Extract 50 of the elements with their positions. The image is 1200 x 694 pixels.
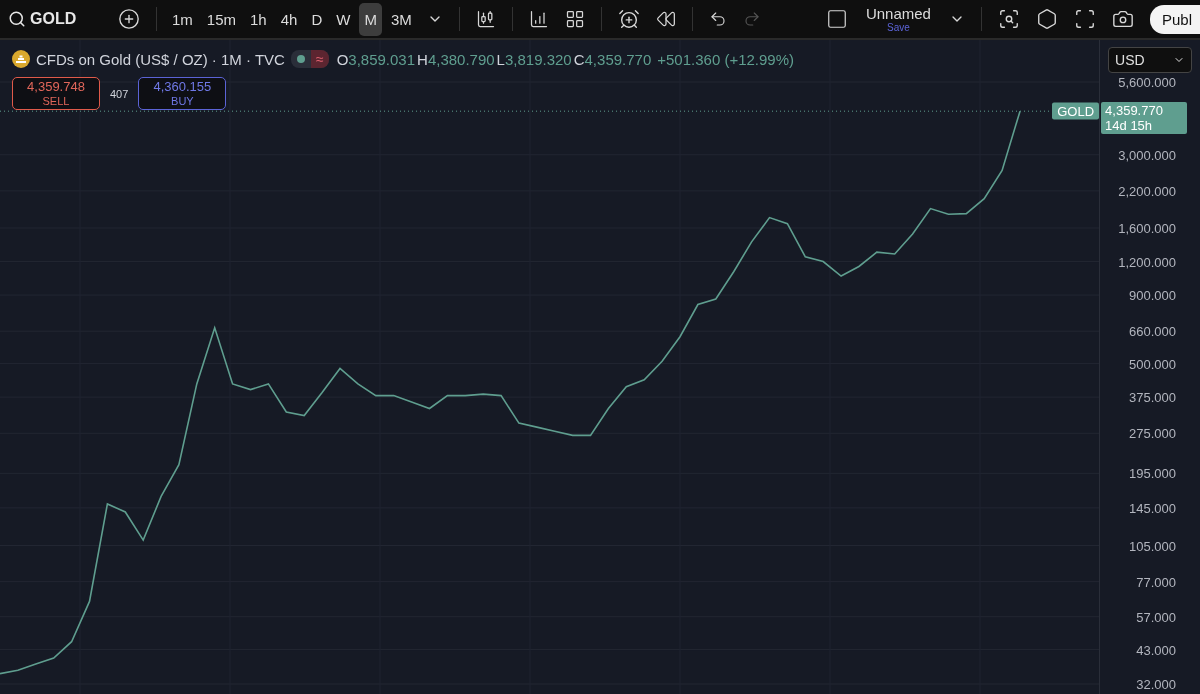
axis-label: 77.000 — [1136, 574, 1176, 590]
axis-label: 1,600.000 — [1118, 220, 1176, 236]
symbol-search[interactable]: GOLD — [30, 10, 77, 28]
axis-label: 375.000 — [1129, 389, 1176, 405]
axis-label: 105.000 — [1129, 538, 1176, 553]
ohlc-key: O — [336, 50, 349, 68]
interval-button[interactable]: M — [359, 2, 382, 36]
ohlc-value: 3,819.320 — [504, 50, 572, 68]
symbol-title[interactable]: CFDs on Gold (US$ / OZ) · 1M · TVC — [36, 50, 285, 68]
status-dot-icon — [296, 55, 305, 63]
interval-button[interactable]: D — [306, 2, 328, 36]
axis-label: 32.000 — [1136, 676, 1176, 692]
ohlc-key: L — [496, 50, 505, 68]
ohlc-key: H — [417, 50, 428, 68]
publish-button[interactable]: Publ — [1149, 4, 1200, 34]
axis-label: 500.000 — [1129, 356, 1176, 372]
buy-button[interactable]: 4,360.155 BUY — [138, 77, 227, 110]
axis-label: 145.000 — [1129, 500, 1176, 516]
ohlc-value: 3,859.031 — [348, 50, 416, 68]
last-price-tag: 4,359.770 14d 15h — [1101, 102, 1188, 135]
layout-name[interactable]: Unnamed — [865, 5, 931, 21]
save-link[interactable]: Save — [887, 22, 910, 33]
interval-button[interactable]: 3M — [385, 2, 417, 36]
axis-label: 3,000.000 — [1118, 147, 1176, 163]
ohlc-key: C — [573, 50, 585, 68]
coin-icon — [12, 50, 30, 68]
interval-button[interactable]: 1m — [167, 2, 198, 36]
status-mark: ≈ — [310, 50, 329, 68]
price-change: +501.360 (+12.99%) — [657, 50, 795, 68]
axis-label: 660.000 — [1129, 323, 1176, 339]
axis-label: 43.000 — [1136, 642, 1176, 658]
axis-label: 900.000 — [1129, 287, 1176, 303]
ohlc-value: 4,359.770 — [584, 50, 652, 68]
interval-button[interactable]: 4h — [275, 2, 303, 36]
interval-button[interactable]: W — [331, 2, 356, 36]
currency-dropdown[interactable]: USD — [1108, 47, 1193, 73]
axis-label: 1,200.000 — [1118, 254, 1176, 270]
symbol-price-label: GOLD — [1052, 102, 1100, 120]
market-status[interactable]: ≈ — [290, 50, 329, 68]
sell-button[interactable]: 4,359.748 SELL — [12, 77, 100, 110]
axis-label: 195.000 — [1129, 465, 1176, 481]
interval-button[interactable]: 1h — [245, 2, 272, 36]
axis-label: 275.000 — [1129, 425, 1176, 441]
interval-button[interactable]: 15m — [201, 2, 242, 36]
ohlc-value: 4,380.790 — [427, 50, 495, 68]
spread-value: 407 — [110, 87, 129, 100]
axis-label: 5,600.000 — [1118, 74, 1176, 90]
axis-label: 2,200.000 — [1118, 183, 1176, 199]
axis-label: 57.000 — [1136, 609, 1176, 625]
search-icon[interactable] — [8, 10, 26, 28]
